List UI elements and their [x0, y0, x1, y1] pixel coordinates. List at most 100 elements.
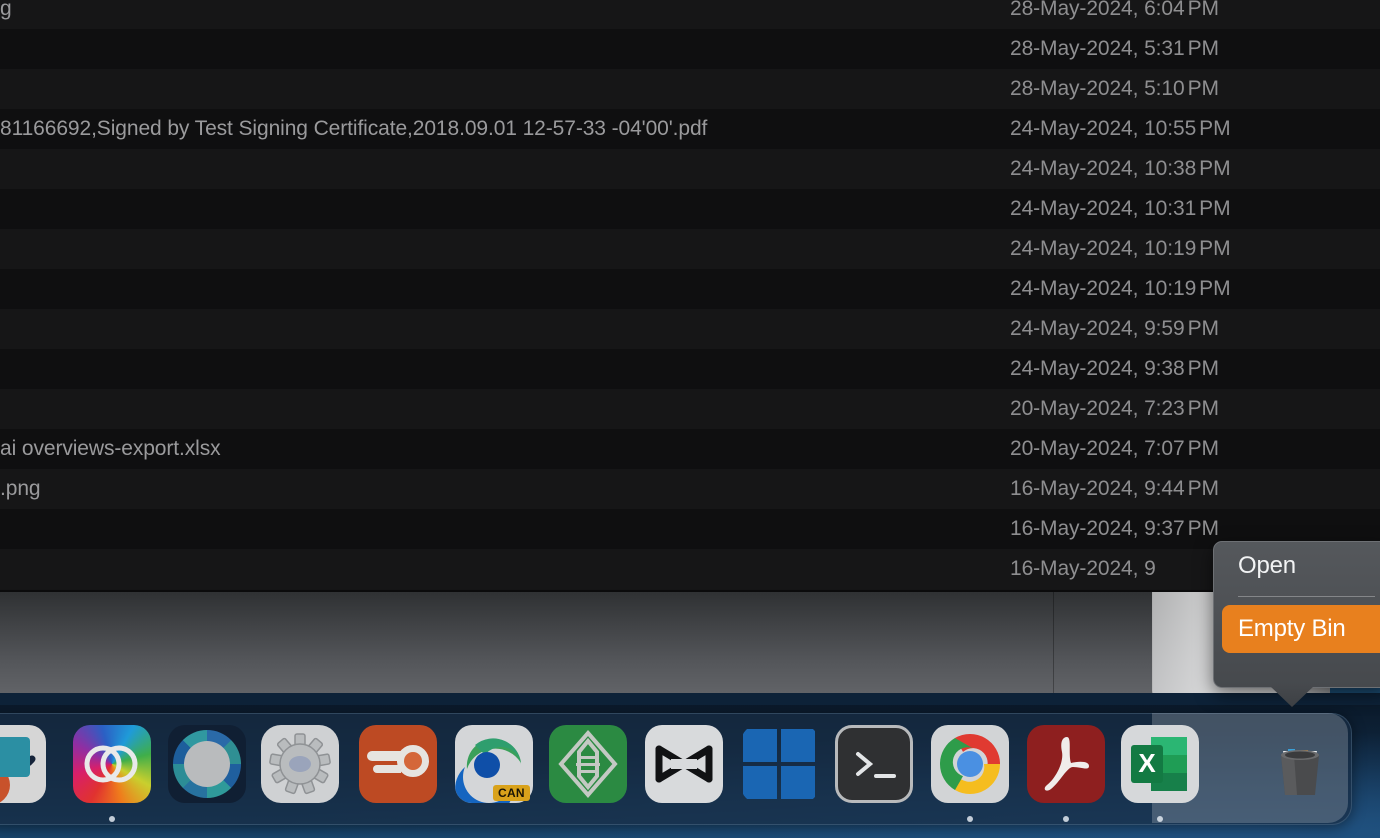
dock-item-terminal[interactable]: [835, 725, 913, 803]
file-date-text: 20-May-2024, 7:07: [1010, 437, 1185, 460]
file-date-modified: 16-May-2024, 9:44 PM: [1010, 477, 1350, 501]
file-date-text: 16-May-2024, 9:44: [1010, 477, 1185, 500]
dock-running-indicator: [109, 816, 115, 822]
file-row[interactable]: g 28-May-2024, 6:04 PM: [0, 0, 1380, 29]
file-date-text: 24-May-2024, 10:19: [1010, 237, 1197, 260]
dock-item-microsoft-edge-canary[interactable]: CAN: [455, 725, 533, 803]
file-date-ampm: PM: [1187, 317, 1219, 340]
file-row[interactable]: 24-May-2024, 10:19 PM: [0, 269, 1380, 309]
file-name: 81166692,Signed by Test Signing Certific…: [0, 117, 708, 140]
file-date-modified: 24-May-2024, 9:38 PM: [1010, 357, 1350, 381]
file-date-text: 20-May-2024, 7:23: [1010, 397, 1185, 420]
dock-running-indicator: [1157, 816, 1163, 822]
excel-icon: X: [1121, 725, 1199, 803]
file-date-ampm: PM: [1199, 157, 1231, 180]
file-date-ampm: PM: [1187, 517, 1219, 540]
file-date-ampm: PM: [1187, 0, 1219, 20]
terminal-icon: [835, 725, 913, 803]
gear-icon: [261, 725, 339, 803]
file-date-modified: 28-May-2024, 5:10 PM: [1010, 77, 1350, 101]
file-row[interactable]: 24-May-2024, 10:38 PM: [0, 149, 1380, 189]
circular-segments-icon: [168, 725, 246, 803]
file-date-ampm: PM: [1187, 37, 1219, 60]
file-row[interactable]: 81166692,Signed by Test Signing Certific…: [0, 109, 1380, 149]
diamond-icon: [549, 725, 627, 803]
dock-item-windows-app[interactable]: [741, 725, 819, 803]
file-date-modified: 24-May-2024, 10:19 PM: [1010, 237, 1350, 261]
file-date-ampm: PM: [1187, 437, 1219, 460]
file-list[interactable]: g 28-May-2024, 6:04 PM 28-May-2024, 5:31 PM 2…: [0, 0, 1380, 590]
file-name: ai overviews-export.xlsx: [0, 437, 221, 460]
file-date-text: 24-May-2024, 10:19: [1010, 277, 1197, 300]
file-date-modified: 28-May-2024, 5:31 PM: [1010, 37, 1350, 61]
file-date-modified: 16-May-2024, 9:37 PM: [1010, 517, 1350, 541]
file-date-ampm: PM: [1199, 277, 1231, 300]
file-date-modified: 28-May-2024, 6:04 PM: [1010, 0, 1350, 21]
dock-badge-microsoft-edge-canary: CAN: [493, 785, 530, 801]
file-date-ampm: PM: [1187, 477, 1219, 500]
file-row[interactable]: 24-May-2024, 10:31 PM: [0, 189, 1380, 229]
trash-full-icon: [1261, 725, 1339, 803]
trash-context-menu[interactable]: Open Empty Bin: [1213, 541, 1380, 707]
file-date-text: 24-May-2024, 10:38: [1010, 157, 1197, 180]
dock-item-adobe-acrobat[interactable]: [1027, 725, 1105, 803]
context-menu-item-open[interactable]: Open: [1214, 542, 1380, 590]
dock-item-opera-gx[interactable]: [359, 725, 437, 803]
file-name: .png: [0, 477, 41, 500]
dock-item-adobe-creative-cloud[interactable]: [73, 725, 151, 803]
desktop-bottom-band: [0, 693, 1380, 705]
file-date-text: 28-May-2024, 5:10: [1010, 77, 1185, 100]
file-date-modified: 24-May-2024, 10:31 PM: [1010, 197, 1350, 221]
file-row[interactable]: 24-May-2024, 9:59 PM: [0, 309, 1380, 349]
file-date-text: 24-May-2024, 10:55: [1010, 117, 1197, 140]
file-row[interactable]: 16-May-2024, 9:37 PM: [0, 509, 1380, 549]
dock-item-green-diamond-app[interactable]: [549, 725, 627, 803]
file-date-ampm: PM: [1187, 397, 1219, 420]
file-date-modified: 20-May-2024, 7:07 PM: [1010, 437, 1350, 461]
file-date-text: 24-May-2024, 10:31: [1010, 197, 1197, 220]
file-name: g: [0, 0, 12, 20]
comet-icon: [359, 725, 437, 803]
file-date-text: 16-May-2024, 9:37: [1010, 517, 1185, 540]
file-row[interactable]: 20-May-2024, 7:23 PM: [0, 389, 1380, 429]
window-divider-line: [1053, 592, 1054, 705]
creative-cloud-icon: [73, 725, 151, 803]
dock-item-google-chrome[interactable]: [931, 725, 1009, 803]
acrobat-icon: [1027, 725, 1105, 803]
dock-item-analytics-app[interactable]: [0, 725, 46, 803]
file-date-text: 16-May-2024, 9: [1010, 557, 1156, 580]
file-row[interactable]: .png 16-May-2024, 9:44 PM: [0, 469, 1380, 509]
desktop-wallpaper-panel: [0, 590, 1380, 705]
dock-item-trash[interactable]: [1261, 725, 1339, 803]
capcut-icon: [645, 725, 723, 803]
file-row[interactable]: 16-May-2024, 9: [0, 549, 1380, 589]
context-menu-item-empty-bin[interactable]: Empty Bin: [1222, 605, 1380, 653]
file-date-modified: 24-May-2024, 10:38 PM: [1010, 157, 1350, 181]
file-row[interactable]: 24-May-2024, 9:38 PM: [0, 349, 1380, 389]
svg-text:X: X: [1138, 748, 1156, 778]
dock-item-capcut[interactable]: [645, 725, 723, 803]
file-date-ampm: PM: [1187, 357, 1219, 380]
file-date-ampm: PM: [1199, 197, 1231, 220]
file-date-modified: 20-May-2024, 7:23 PM: [1010, 397, 1350, 421]
dock-item-circular-app[interactable]: [168, 725, 246, 803]
chrome-icon: [931, 725, 1009, 803]
file-row[interactable]: 28-May-2024, 5:10 PM: [0, 69, 1380, 109]
dock-running-indicator: [967, 816, 973, 822]
context-menu-separator: [1238, 596, 1375, 597]
file-row[interactable]: 24-May-2024, 10:19 PM: [0, 229, 1380, 269]
file-date-ampm: PM: [1199, 117, 1231, 140]
file-date-text: 28-May-2024, 5:31: [1010, 37, 1185, 60]
file-date-text: 24-May-2024, 9:38: [1010, 357, 1185, 380]
file-date-ampm: PM: [1199, 237, 1231, 260]
file-row[interactable]: ai overviews-export.xlsx 20-May-2024, 7:0…: [0, 429, 1380, 469]
file-row[interactable]: 28-May-2024, 5:31 PM: [0, 29, 1380, 69]
file-date-modified: 24-May-2024, 10:19 PM: [1010, 277, 1350, 301]
dock-item-microsoft-excel[interactable]: X: [1121, 725, 1199, 803]
windows-logo-icon: [741, 725, 819, 803]
file-date-ampm: PM: [1187, 77, 1219, 100]
file-date-text: 24-May-2024, 9:59: [1010, 317, 1185, 340]
file-date-modified: 24-May-2024, 10:55 PM: [1010, 117, 1350, 141]
dock-item-system-settings[interactable]: [261, 725, 339, 803]
chart-icon: [0, 725, 46, 803]
